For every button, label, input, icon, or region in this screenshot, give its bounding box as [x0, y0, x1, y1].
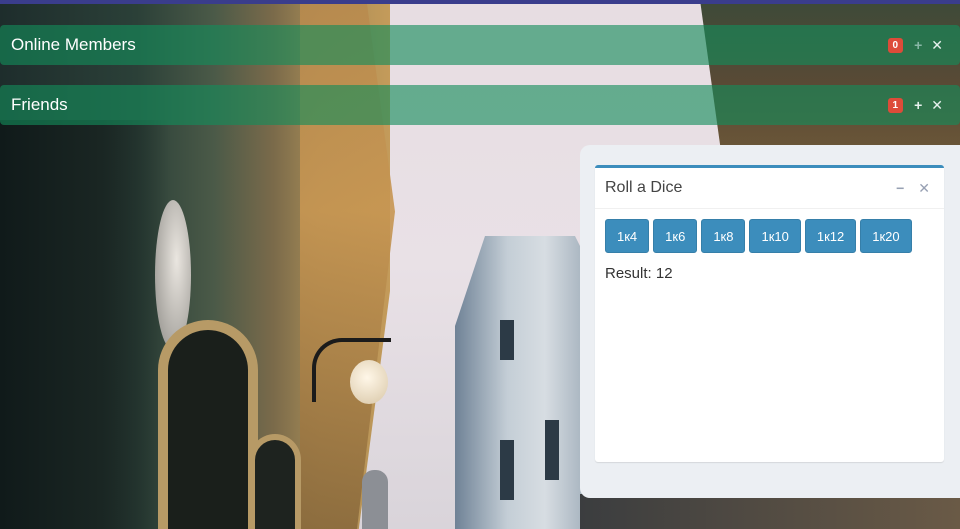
archway	[168, 330, 248, 529]
friends-panel[interactable]: Friends 1 + ✕	[0, 85, 960, 125]
building-left-shadow	[0, 120, 170, 529]
panel-tools: 1 + ✕	[887, 97, 960, 113]
window	[500, 320, 514, 360]
result-label: Result:	[605, 265, 652, 282]
close-icon[interactable]: ✕	[931, 98, 943, 112]
top-strip	[0, 0, 960, 4]
street-lamp	[350, 360, 388, 404]
plus-icon[interactable]: +	[914, 98, 922, 112]
close-icon[interactable]: ✕	[931, 38, 943, 52]
roll-d10-button[interactable]: 1к10	[749, 219, 801, 253]
minus-icon[interactable]: −	[896, 180, 904, 197]
result-value: 12	[655, 265, 673, 282]
dice-widget-container: Roll a Dice − ✕ 1к4 1к6 1к8 1к10 1к12 1к…	[580, 145, 960, 498]
dice-buttons: 1к4 1к6 1к8 1к10 1к12 1к20	[605, 219, 934, 253]
close-icon[interactable]: ✕	[918, 180, 930, 197]
roll-d8-button[interactable]: 1к8	[701, 219, 746, 253]
panel-tools: 0 + ✕	[887, 37, 960, 53]
roll-d4-button[interactable]: 1к4	[605, 219, 650, 253]
dice-box: Roll a Dice − ✕ 1к4 1к6 1к8 1к10 1к12 1к…	[595, 165, 944, 462]
dice-tools: − ✕	[896, 180, 944, 197]
panel-title: Online Members	[11, 35, 136, 54]
dice-header: Roll a Dice − ✕	[595, 168, 944, 209]
window	[500, 440, 514, 500]
count-badge: 1	[887, 97, 904, 113]
building-lower-right	[580, 494, 960, 529]
wall-plaque	[155, 200, 191, 350]
count-badge: 0	[887, 37, 904, 53]
panel-title: Friends	[11, 95, 68, 114]
tower	[362, 470, 388, 529]
roll-d12-button[interactable]: 1к12	[804, 219, 857, 253]
dice-title: Roll a Dice	[605, 179, 683, 196]
plus-icon[interactable]: +	[914, 38, 922, 52]
dice-body: 1к4 1к6 1к8 1к10 1к12 1к20 Result: 12	[595, 209, 944, 292]
roll-d20-button[interactable]: 1к20	[860, 219, 912, 253]
dice-result: Result: 12	[605, 265, 934, 282]
window	[545, 420, 559, 480]
building-right-top	[700, 0, 960, 150]
online-members-panel[interactable]: Online Members 0 + ✕	[0, 25, 960, 65]
archway-small	[255, 440, 295, 529]
roll-d6-button[interactable]: 1к6	[653, 219, 698, 253]
